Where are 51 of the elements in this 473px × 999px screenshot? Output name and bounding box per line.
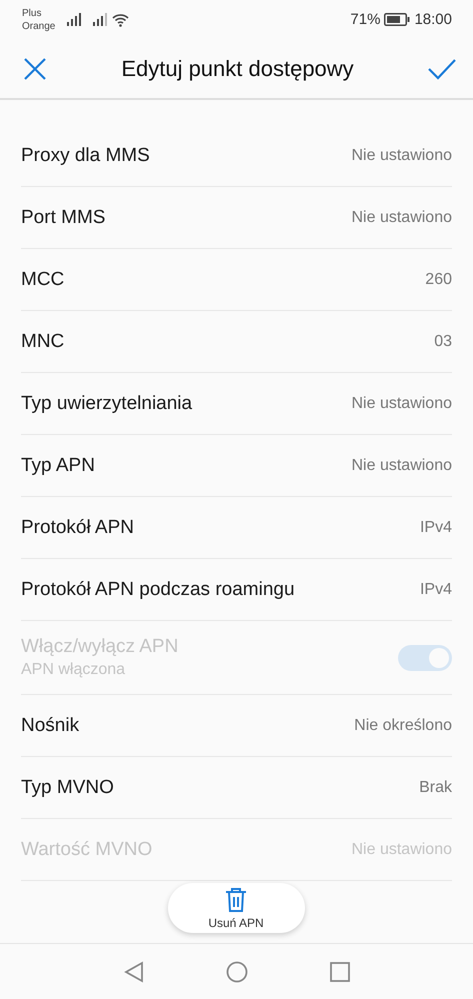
setting-label: MCC xyxy=(21,268,64,291)
wifi-icon xyxy=(112,12,130,27)
carrier-name: Orange xyxy=(22,20,56,33)
setting-label: Typ APN xyxy=(21,454,95,477)
settings-row[interactable]: Protokół APN podczas roamingu IPv4 xyxy=(21,559,452,622)
home-button[interactable] xyxy=(226,960,248,983)
setting-label: Protokół APN xyxy=(21,516,134,539)
carrier-name: Plus xyxy=(22,6,42,20)
setting-value: Brak xyxy=(419,778,452,797)
home-icon xyxy=(226,960,248,983)
settings-row[interactable]: Typ APN Nie ustawiono xyxy=(21,435,452,498)
setting-label: MNC xyxy=(21,330,64,353)
setting-value: IPv4 xyxy=(420,518,452,537)
setting-value: Nie ustawiono xyxy=(352,146,452,165)
battery-percent: 71% xyxy=(350,11,380,28)
settings-row[interactable]: Nośnik Nie określono xyxy=(21,695,452,758)
clock: 18:00 xyxy=(414,11,452,28)
settings-row[interactable]: Typ MVNO Brak xyxy=(21,757,452,820)
back-button[interactable] xyxy=(124,960,144,983)
signal-icon xyxy=(93,13,110,26)
setting-label: Proxy dla MMS xyxy=(21,144,150,167)
battery-icon xyxy=(384,13,410,26)
screen-title: Edytuj punkt dostępowy xyxy=(120,56,355,82)
setting-label: Protokół APN podczas roamingu xyxy=(21,578,295,601)
recents-icon xyxy=(330,962,350,982)
settings-row[interactable]: MCC 260 xyxy=(21,249,452,312)
setting-value: IPv4 xyxy=(420,580,452,599)
setting-value: Nie ustawiono xyxy=(352,456,452,475)
settings-row[interactable]: MNC 03 xyxy=(21,311,452,374)
recents-button[interactable] xyxy=(330,962,350,982)
settings-row[interactable]: Port MMS Nie ustawiono xyxy=(21,187,452,250)
setting-value: Nie określono xyxy=(354,716,452,735)
back-icon xyxy=(124,960,144,983)
setting-value: 260 xyxy=(425,270,452,289)
settings-row[interactable]: Protokół APN IPv4 xyxy=(21,497,452,560)
setting-label: Port MMS xyxy=(21,206,106,229)
signal-icon xyxy=(67,13,84,26)
close-icon xyxy=(22,56,48,82)
settings-row[interactable]: Typ uwierzytelniania Nie ustawiono xyxy=(21,373,452,436)
check-icon xyxy=(427,58,457,80)
setting-value: 03 xyxy=(434,332,452,351)
confirm-button[interactable] xyxy=(427,58,457,80)
setting-label: Typ MVNO xyxy=(21,776,114,799)
setting-label: Typ uwierzytelniania xyxy=(21,392,192,415)
trash-icon xyxy=(225,886,247,913)
setting-value: Nie ustawiono xyxy=(352,394,452,413)
settings-row[interactable]: Proxy dla MMS Nie ustawiono xyxy=(21,125,452,188)
setting-value: Nie ustawiono xyxy=(352,208,452,227)
delete-button[interactable]: Usuń APN xyxy=(168,883,304,934)
setting-label: Nośnik xyxy=(21,714,80,737)
close-button[interactable] xyxy=(22,56,48,82)
